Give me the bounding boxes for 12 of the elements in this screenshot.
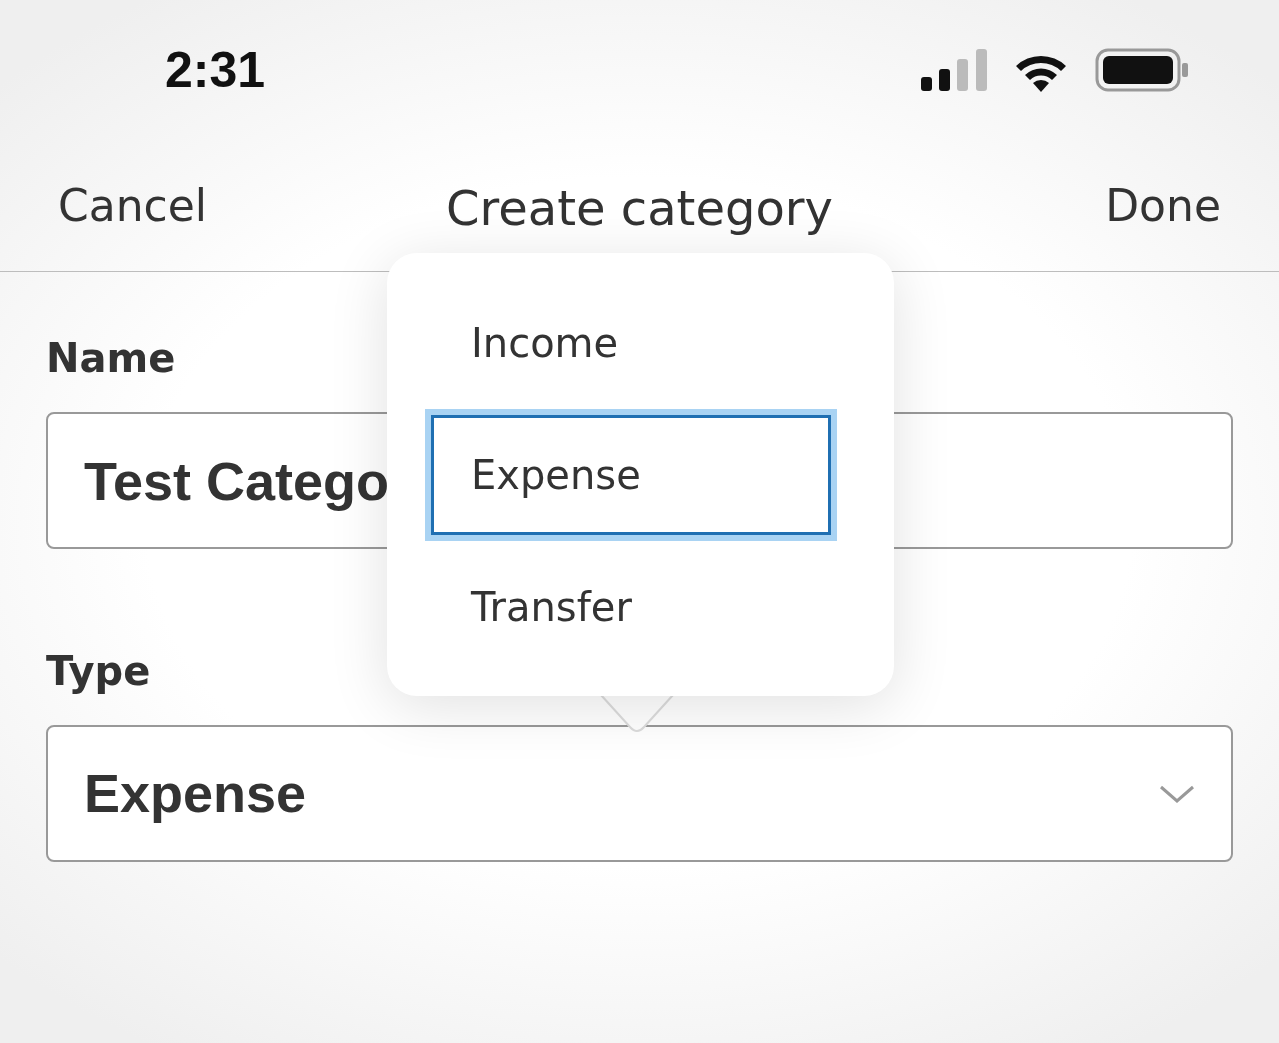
battery-icon: [1095, 48, 1189, 92]
field-label: Type: [46, 647, 151, 696]
screen-title: Create category: [446, 179, 833, 238]
chevron-icon: [1159, 783, 1195, 804]
field-label: Name: [46, 334, 176, 383]
option-item[interactable]: Expense: [425, 409, 837, 541]
option-item[interactable]: Transfer: [425, 541, 837, 673]
option-item[interactable]: Income: [425, 277, 837, 409]
signal-icon: [921, 49, 987, 91]
cancel-button[interactable]: Cancel: [58, 172, 208, 239]
clock-time: 2:31: [165, 40, 266, 100]
done-button[interactable]: Done: [1105, 172, 1221, 239]
